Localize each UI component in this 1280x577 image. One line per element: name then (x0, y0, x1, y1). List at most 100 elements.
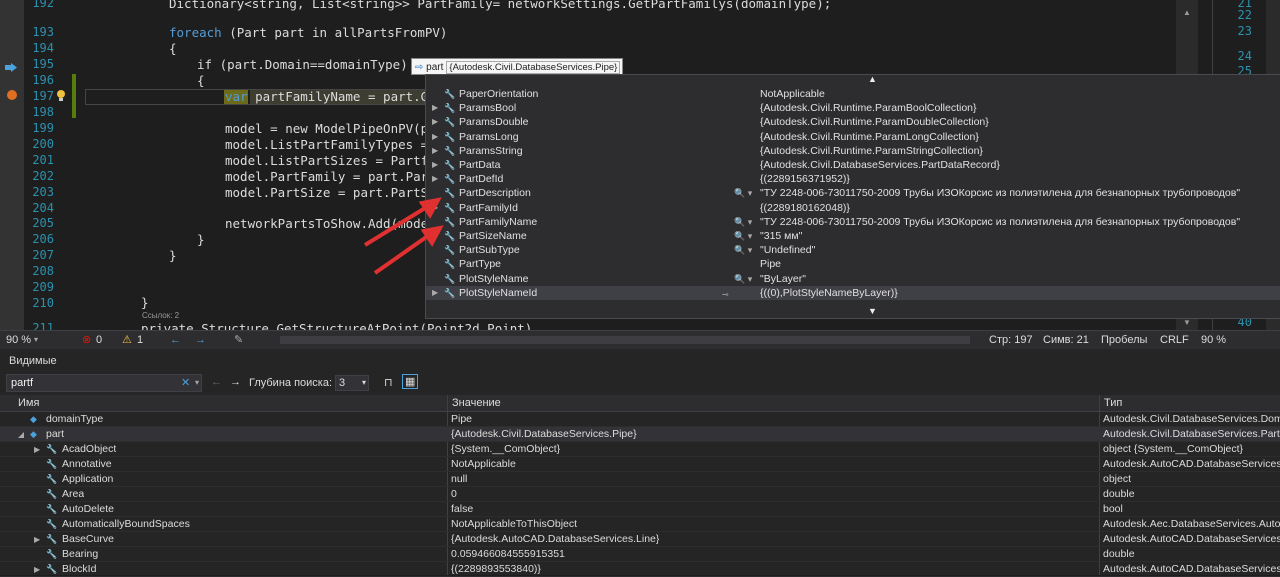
pin-icon[interactable]: ⇨ (415, 62, 423, 73)
whitespace-indicator[interactable]: Пробелы (1101, 331, 1147, 349)
variable-value[interactable]: Pipe (451, 412, 472, 427)
popup-property-row[interactable]: 🔧 PlotStyleName 🔍 ▾ "ByLayer" (426, 272, 1280, 286)
datatip-expanded-popup[interactable]: ▲ 🔧 PaperOrientation NotApplicable ▶ 🔧 Params… (425, 74, 1280, 319)
search-back-icon[interactable]: ← (211, 376, 222, 388)
property-value[interactable]: {Autodesk.Civil.Runtime.ParamDoubleColle… (760, 115, 989, 129)
property-value[interactable]: {Autodesk.Civil.Runtime.ParamLongCollect… (760, 130, 979, 144)
columns-icon[interactable]: ▦ (402, 374, 419, 389)
scroll-up-icon[interactable]: ▲ (1183, 8, 1191, 17)
error-count[interactable]: 0 (96, 331, 102, 349)
popup-property-row[interactable]: 🔧 PaperOrientation NotApplicable (426, 87, 1280, 101)
horizontal-scrollbar[interactable] (280, 336, 970, 344)
property-value[interactable]: "ByLayer" (760, 272, 806, 286)
locals-row[interactable]: 🔧 AutomaticallyBoundSpaces NotApplicableTo… (0, 517, 1280, 532)
search-forward-icon[interactable]: → (230, 376, 241, 388)
column-name-header[interactable]: Имя (18, 395, 39, 411)
property-value[interactable]: "Undefined" (760, 243, 815, 257)
column-value-header[interactable]: Значение (452, 395, 501, 411)
popup-property-row[interactable]: ▶ 🔧 PlotStyleNameId {((0),PlotStyleNameByLa… (426, 285, 1280, 300)
breakpoint-icon[interactable] (7, 90, 17, 100)
column-type-header[interactable]: Тип (1104, 395, 1122, 411)
popup-property-row[interactable]: ▶🔧PartFamilyId{(2289180162048)} (426, 201, 1280, 215)
text-visualizer-icon[interactable]: 🔍 ▾ (734, 272, 752, 286)
popup-property-row[interactable]: ▶ 🔧 ParamsString {Autodesk.Civil.Runtime.Pa… (426, 144, 1280, 158)
column-indicator[interactable]: Симв: 21 (1043, 331, 1089, 349)
search-dropdown-icon[interactable]: ▾ (195, 375, 199, 391)
property-value[interactable]: NotApplicable (760, 87, 825, 101)
locals-row[interactable]: ◢ ◆ part {Autodesk.Civil.DatabaseServices.P… (0, 427, 1280, 442)
property-value[interactable]: {Autodesk.Civil.Runtime.ParamStringColle… (760, 144, 983, 158)
text-visualizer-icon[interactable]: 🔍 ▾ (734, 229, 752, 243)
expand-icon[interactable]: ▶ (432, 158, 438, 172)
zoom-level[interactable]: 90 % (6, 331, 31, 349)
zoom-dropdown-icon[interactable]: ▾ (34, 331, 38, 349)
text-visualizer-icon[interactable]: 🔍 ▾ (734, 215, 752, 229)
brush-icon[interactable]: ✎ (234, 331, 243, 349)
variable-value[interactable]: 0.059466084555915351 (451, 547, 565, 562)
popup-property-row[interactable]: ▶ 🔧 PartData {Autodesk.Civil.DatabaseServic… (426, 158, 1280, 172)
text-visualizer-icon[interactable]: 🔍 ▾ (734, 243, 752, 257)
popup-property-row[interactable]: ▶ 🔧 PartDefId {(2289156371952)} (426, 172, 1280, 186)
search-input[interactable]: partf ✕ ▾ (6, 374, 202, 392)
property-value[interactable]: Pipe (760, 257, 781, 271)
property-value[interactable]: {(2289180162048)} (760, 201, 850, 215)
popup-property-row[interactable]: 🔧 PartSubType 🔍 ▾ "Undefined" (426, 243, 1280, 257)
locals-row[interactable]: ▶ 🔧 BaseCurve {Autodesk.AutoCAD.DatabaseSer… (0, 532, 1280, 547)
locals-row[interactable]: 🔧 AutoDelete false bool (0, 502, 1280, 517)
variable-value[interactable]: {Autodesk.Civil.DatabaseServices.Pipe} (451, 427, 637, 442)
popup-property-row[interactable]: ▶ 🔧 ParamsDouble {Autodesk.Civil.Runtime.Pa… (426, 115, 1280, 129)
variable-value[interactable]: NotApplicableToThisObject (451, 517, 577, 532)
locals-row[interactable]: ◆ domainType Pipe Autodesk.Civil.DatabaseSe… (0, 412, 1280, 427)
expand-icon[interactable]: ▶ (34, 532, 40, 547)
breakpoint-gutter[interactable] (0, 0, 24, 330)
scroll-down-icon[interactable]: ▼ (1183, 318, 1191, 327)
variable-value[interactable]: false (451, 502, 473, 517)
popup-property-row[interactable]: 🔧 PartFamilyName 🔍 ▾ "ТУ 2248-006-73011750-… (426, 215, 1280, 229)
line-indicator[interactable]: Стр: 197 (989, 331, 1033, 349)
property-value[interactable]: "ТУ 2248-006-73011750-2009 Трубы ИЗОКорс… (760, 215, 1240, 229)
locals-row[interactable]: 🔧 Area 0 double (0, 487, 1280, 502)
property-value[interactable]: {Autodesk.Civil.Runtime.ParamBoolCollect… (760, 101, 977, 115)
variable-value[interactable]: null (451, 472, 467, 487)
property-value[interactable]: {(2289156371952)} (760, 172, 850, 186)
variable-value[interactable]: {Autodesk.AutoCAD.DatabaseServices.Line} (451, 532, 659, 547)
text-visualizer-icon[interactable]: 🔍 ▾ (734, 186, 752, 200)
reference-count-hint[interactable]: Ссылок: 2 (142, 311, 179, 320)
nav-back-icon[interactable]: ← (170, 331, 181, 349)
pin-filter-icon[interactable]: ⊓ (384, 376, 393, 389)
popup-scroll-down-icon[interactable]: ▼ (868, 306, 877, 316)
expand-icon[interactable]: ◢ (18, 427, 24, 442)
expand-icon[interactable]: ▶ (432, 101, 438, 115)
property-value[interactable]: "315 мм" (760, 229, 802, 243)
nav-forward-icon[interactable]: → (195, 331, 206, 349)
zoom-level-right[interactable]: 90 % (1201, 331, 1226, 349)
datatip-header[interactable]: ⇨ part {Autodesk.Civil.DatabaseServices.P… (411, 58, 623, 75)
expand-icon[interactable]: ▶ (432, 130, 438, 144)
warning-icon[interactable]: ⚠ (122, 331, 132, 349)
pin-row-icon[interactable]: ⊸ (722, 290, 729, 299)
popup-property-row[interactable]: ▶ 🔧 ParamsLong {Autodesk.Civil.Runtime.Para… (426, 130, 1280, 144)
variable-value[interactable]: {System.__ComObject} (451, 442, 560, 457)
locals-row[interactable]: 🔧 Bearing 0.059466084555915351 double (0, 547, 1280, 562)
locals-row[interactable]: 🔧 Application null object (0, 472, 1280, 487)
variable-value[interactable]: NotApplicable (451, 457, 516, 472)
property-value[interactable]: "ТУ 2248-006-73011750-2009 Трубы ИЗОКорс… (760, 186, 1240, 200)
popup-scroll-up-icon[interactable]: ▲ (868, 74, 877, 84)
popup-property-row[interactable]: 🔧 PartType Pipe (426, 257, 1280, 271)
property-value[interactable]: {((0),PlotStyleNameByLayer)} (760, 286, 898, 300)
lightbulb-icon[interactable] (56, 89, 66, 108)
line-ending-indicator[interactable]: CRLF (1160, 331, 1189, 349)
expand-icon[interactable]: ▶ (432, 115, 438, 129)
expand-icon[interactable]: ▶ (34, 442, 40, 457)
datatip-value[interactable]: {Autodesk.Civil.DatabaseServices.Pipe} (446, 61, 621, 74)
expand-icon[interactable]: ▶ (432, 286, 438, 300)
clear-search-icon[interactable]: ✕ (181, 375, 190, 391)
property-value[interactable]: {Autodesk.Civil.DatabaseServices.PartDat… (760, 158, 1000, 172)
popup-property-row[interactable]: 🔧 PartSizeName 🔍 ▾ "315 мм" (426, 229, 1280, 243)
expand-icon[interactable]: ▶ (432, 144, 438, 158)
variable-value[interactable]: 0 (451, 487, 457, 502)
error-icon[interactable]: ⊗ (82, 331, 91, 349)
expand-icon[interactable]: ▶ (432, 172, 438, 186)
search-text[interactable]: partf (11, 377, 33, 389)
popup-property-row[interactable]: 🔧 PartDescription 🔍 ▾ "ТУ 2248-006-73011750… (426, 186, 1280, 200)
